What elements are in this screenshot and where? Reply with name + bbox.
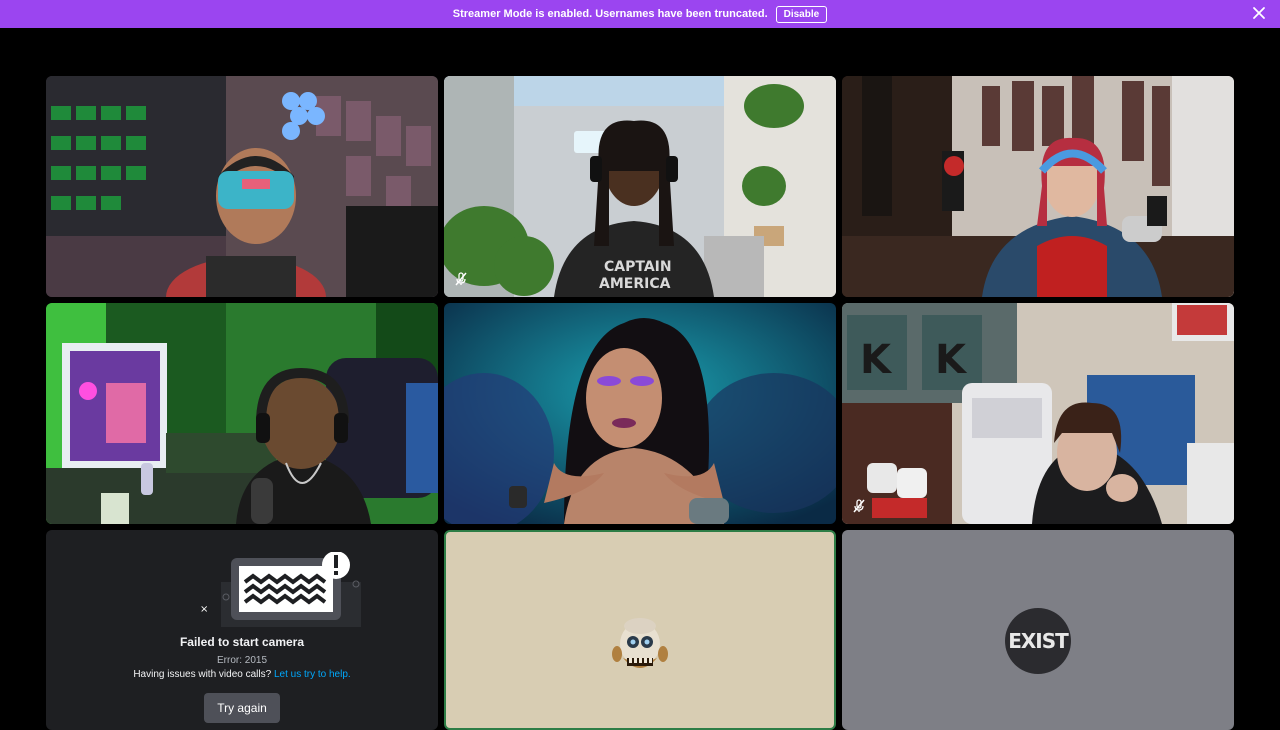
svg-text:CAPTAIN: CAPTAIN — [604, 259, 672, 275]
participant-video-4 — [46, 303, 438, 524]
video-tile-2[interactable]: CAPTAIN AMERICA — [444, 76, 836, 297]
video-tile-5[interactable] — [444, 303, 836, 524]
avatar-exist-text: EXIST — [1008, 629, 1069, 653]
svg-text:K: K — [860, 337, 893, 383]
participant-video-1 — [46, 76, 438, 297]
streamer-mode-banner: Streamer Mode is enabled. Usernames have… — [0, 0, 1280, 28]
disable-streamer-mode-button[interactable]: Disable — [775, 5, 828, 23]
avatar-tile-speaking[interactable] — [444, 530, 836, 730]
video-tile-6[interactable]: K K — [842, 303, 1234, 524]
streamer-mode-message: Streamer Mode is enabled. Usernames have… — [452, 8, 768, 20]
participant-avatar — [612, 618, 668, 668]
microphone-muted-icon — [853, 499, 865, 513]
svg-text:AMERICA: AMERICA — [599, 276, 671, 292]
broken-camera-icon: × — [201, 552, 361, 627]
camera-help-text: Having issues with video calls? Let us t… — [46, 669, 438, 680]
camera-error-title: Failed to start camera — [179, 635, 305, 649]
participant-video-3 — [842, 76, 1234, 297]
participant-avatar: EXIST — [1005, 608, 1071, 674]
camera-help-prefix: Having issues with video calls? — [133, 669, 272, 680]
try-again-button[interactable]: Try again — [204, 693, 280, 723]
video-tile-4[interactable] — [46, 303, 438, 524]
microphone-muted-icon — [455, 272, 467, 286]
video-tile-3[interactable] — [842, 76, 1234, 297]
camera-help-link[interactable]: Let us try to help. — [274, 669, 351, 680]
svg-text:K: K — [935, 337, 968, 383]
svg-text:×: × — [201, 604, 208, 615]
video-tile-1[interactable] — [46, 76, 438, 297]
camera-error-tile: × Failed to start camera Error: 2015 Hav… — [46, 530, 438, 730]
participant-video-6: K K — [842, 303, 1234, 524]
close-icon[interactable] — [1252, 6, 1266, 20]
avatar-tile[interactable]: EXIST — [842, 530, 1234, 730]
participant-video-2: CAPTAIN AMERICA — [444, 76, 836, 297]
participant-video-5 — [444, 303, 836, 524]
camera-error-code: Error: 2015 — [216, 655, 268, 666]
